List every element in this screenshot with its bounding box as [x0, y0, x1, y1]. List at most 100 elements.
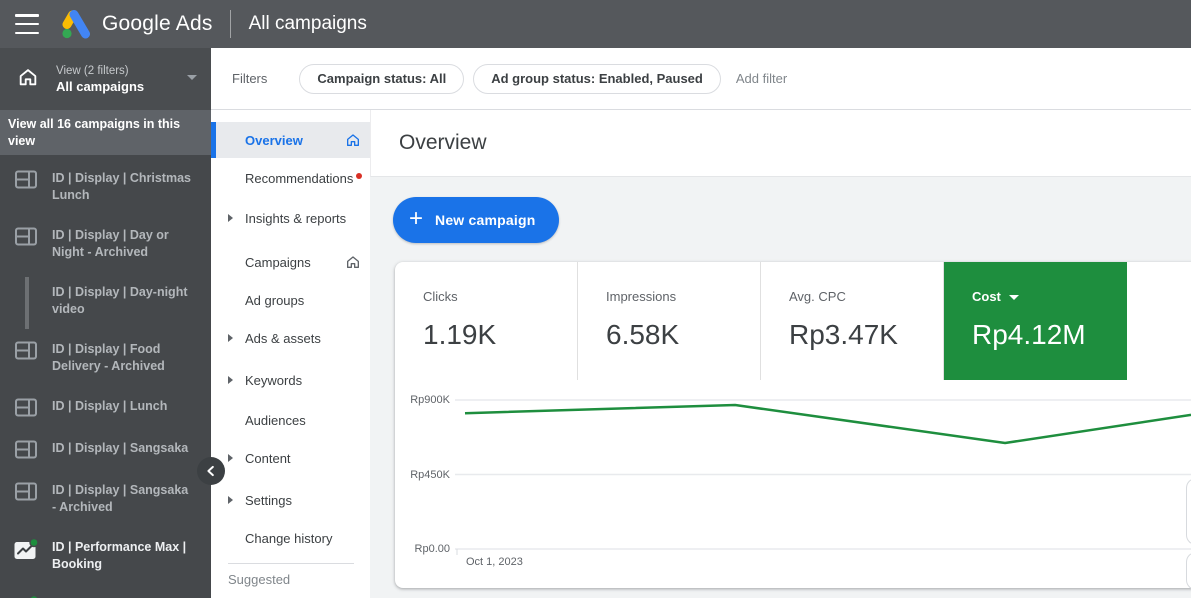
campaign-label: ID | Display | Food Delivery - Archived — [52, 341, 204, 375]
scorecard-impressions[interactable]: Impressions 6.58K — [578, 262, 761, 380]
view-selector-subtitle: All campaigns — [56, 79, 144, 95]
nav-item-label: Campaigns — [245, 255, 311, 270]
notification-dot — [356, 173, 362, 179]
nav-item-label: Overview — [245, 133, 303, 148]
expand-arrow-icon[interactable] — [228, 334, 233, 342]
nav-item-insights-reports[interactable]: Insights & reports — [211, 204, 370, 232]
performance-max-campaign-icon — [0, 539, 52, 561]
page-title: Overview — [399, 110, 487, 176]
chevron-left-icon — [202, 462, 220, 480]
home-icon — [345, 132, 361, 151]
filter-chip-ad-group-status[interactable]: Ad group status: Enabled, Paused — [473, 64, 721, 94]
page-nav: Overview Recommendations Insights & report… — [211, 110, 370, 598]
cost-line-series — [465, 405, 1191, 443]
scorecard-label: Avg. CPC — [789, 289, 943, 304]
scorecard-value: 1.19K — [423, 319, 577, 351]
nav-item-label: Settings — [245, 493, 292, 508]
campaign-label: ID | Display | Sangsaka — [52, 440, 204, 457]
nav-item-audiences[interactable]: Audiences — [211, 406, 370, 434]
nav-item-campaigns[interactable]: Campaigns — [211, 248, 370, 276]
new-campaign-label: New campaign — [435, 212, 535, 228]
chevron-down-icon — [187, 75, 197, 80]
y-axis-label: Rp0.00 — [395, 543, 450, 555]
display-campaign-icon — [0, 398, 52, 417]
nav-item-recommendations[interactable]: Recommendations — [211, 164, 370, 192]
home-icon — [345, 254, 361, 273]
nav-item-label: Audiences — [245, 413, 306, 428]
scorecard-cost[interactable]: CostRp4.12M — [944, 262, 1127, 380]
view-all-campaigns-banner[interactable]: View all 16 campaigns in this view — [0, 110, 211, 155]
nav-item-overview[interactable]: Overview — [211, 122, 370, 158]
main-content: Overview + New campaign Clicks1.19KImpre… — [370, 110, 1191, 598]
home-icon — [17, 66, 39, 93]
chevron-down-icon — [1009, 295, 1019, 300]
nav-item-label: Change history — [245, 531, 332, 546]
nav-section-suggested: Suggested — [228, 572, 290, 587]
product-name: Google Ads — [102, 12, 213, 36]
nav-item-content[interactable]: Content — [211, 444, 370, 472]
overview-chart-card: Clicks 1.19K Impressions 6.58K Avg. CPC Rp3.4… — [395, 262, 1191, 588]
plus-icon: + — [409, 207, 423, 231]
scorecard-clicks[interactable]: Clicks 1.19K — [395, 262, 578, 380]
scorecard-avg-cpc[interactable]: Avg. CPC Rp3.47K — [761, 262, 944, 380]
new-campaign-button[interactable]: + New campaign — [393, 197, 559, 243]
y-axis-label: Rp450K — [395, 469, 450, 481]
campaign-label: ID | Display | Christmas Lunch — [52, 170, 204, 204]
nav-item-label: Recommendations — [245, 171, 353, 186]
campaign-label: ID | Display | Day-night video — [52, 284, 204, 318]
display-campaign-icon — [0, 341, 52, 360]
expand-arrow-icon[interactable] — [228, 214, 233, 222]
campaign-item[interactable]: ID | Display | Sangsaka - Archived — [0, 482, 211, 516]
nav-item-change-history[interactable]: Change history — [211, 524, 370, 552]
campaign-label: ID | Display | Day or Night - Archived — [52, 227, 204, 261]
filters-bar: Filters Campaign status: All Ad group st… — [211, 48, 1191, 110]
display-campaign-icon — [0, 482, 52, 501]
campaign-sidebar: View (2 filters) All campaigns View all … — [0, 48, 211, 598]
top-app-bar: Google Ads All campaigns — [0, 0, 1191, 48]
nav-item-label: Ad groups — [245, 293, 304, 308]
expand-arrow-icon[interactable] — [228, 376, 233, 384]
campaign-list: ID | Display | Christmas Lunch ID | Displ… — [0, 155, 211, 598]
display-campaign-icon — [0, 440, 52, 459]
nav-item-ads-assets[interactable]: Ads & assets — [211, 324, 370, 352]
campaign-item[interactable]: ID | Display | Sangsaka — [0, 440, 211, 459]
campaign-item[interactable]: ID | Display | Lunch — [0, 398, 211, 417]
nav-item-settings[interactable]: Settings — [211, 486, 370, 514]
nav-item-ad-groups[interactable]: Ad groups — [211, 286, 370, 314]
campaign-sub-item[interactable]: ID | Display | Day-night video — [0, 284, 211, 318]
filter-chip-campaign-status[interactable]: Campaign status: All — [299, 64, 464, 94]
scorecard-value: 6.58K — [606, 319, 760, 351]
campaign-item[interactable]: ID | Display | Christmas Lunch — [0, 170, 211, 204]
topbar-page-title: All campaigns — [249, 13, 367, 35]
view-selector[interactable]: View (2 filters) All campaigns — [0, 48, 211, 110]
scorecard-value: Rp4.12M — [972, 319, 1127, 351]
nav-item-keywords[interactable]: Keywords — [211, 366, 370, 394]
scorecard-value: Rp3.47K — [789, 319, 943, 351]
add-filter-button[interactable]: Add filter — [736, 71, 787, 86]
cost-chart[interactable]: Rp900KRp450KRp0.00 Oct 1, 2023 — [395, 380, 1191, 588]
scorecard-label: Impressions — [606, 289, 760, 304]
view-selector-text: View (2 filters) All campaigns — [56, 64, 144, 95]
main-header: Overview — [370, 110, 1191, 177]
campaign-item[interactable]: ID | Performance Max | Booking — [0, 539, 211, 573]
x-axis-label: Oct 1, 2023 — [466, 556, 523, 568]
scorecard-label: Clicks — [423, 289, 577, 304]
google-ads-logo: Google Ads — [60, 9, 213, 39]
nav-item-label: Ads & assets — [245, 331, 321, 346]
scorecard-row: Clicks 1.19K Impressions 6.58K Avg. CPC Rp3.4… — [395, 262, 1191, 380]
google-ads-logo-icon — [60, 9, 93, 39]
campaign-label: ID | Performance Max | Booking — [52, 539, 204, 573]
campaign-item[interactable]: ID | Display | Day or Night - Archived — [0, 227, 211, 261]
nav-divider — [228, 563, 354, 564]
expand-arrow-icon[interactable] — [228, 496, 233, 504]
expand-arrow-icon[interactable] — [228, 454, 233, 462]
topbar-divider — [230, 10, 231, 38]
display-campaign-icon — [0, 227, 52, 246]
campaign-label: ID | Display | Lunch — [52, 398, 204, 415]
cutoff-panel — [1186, 478, 1191, 545]
campaign-item[interactable]: ID | Display | Food Delivery - Archived — [0, 341, 211, 375]
sidebar-collapse-button[interactable] — [197, 457, 225, 485]
cutoff-panel — [1186, 552, 1191, 590]
hamburger-menu-icon[interactable] — [15, 14, 39, 34]
display-campaign-icon — [0, 170, 52, 189]
